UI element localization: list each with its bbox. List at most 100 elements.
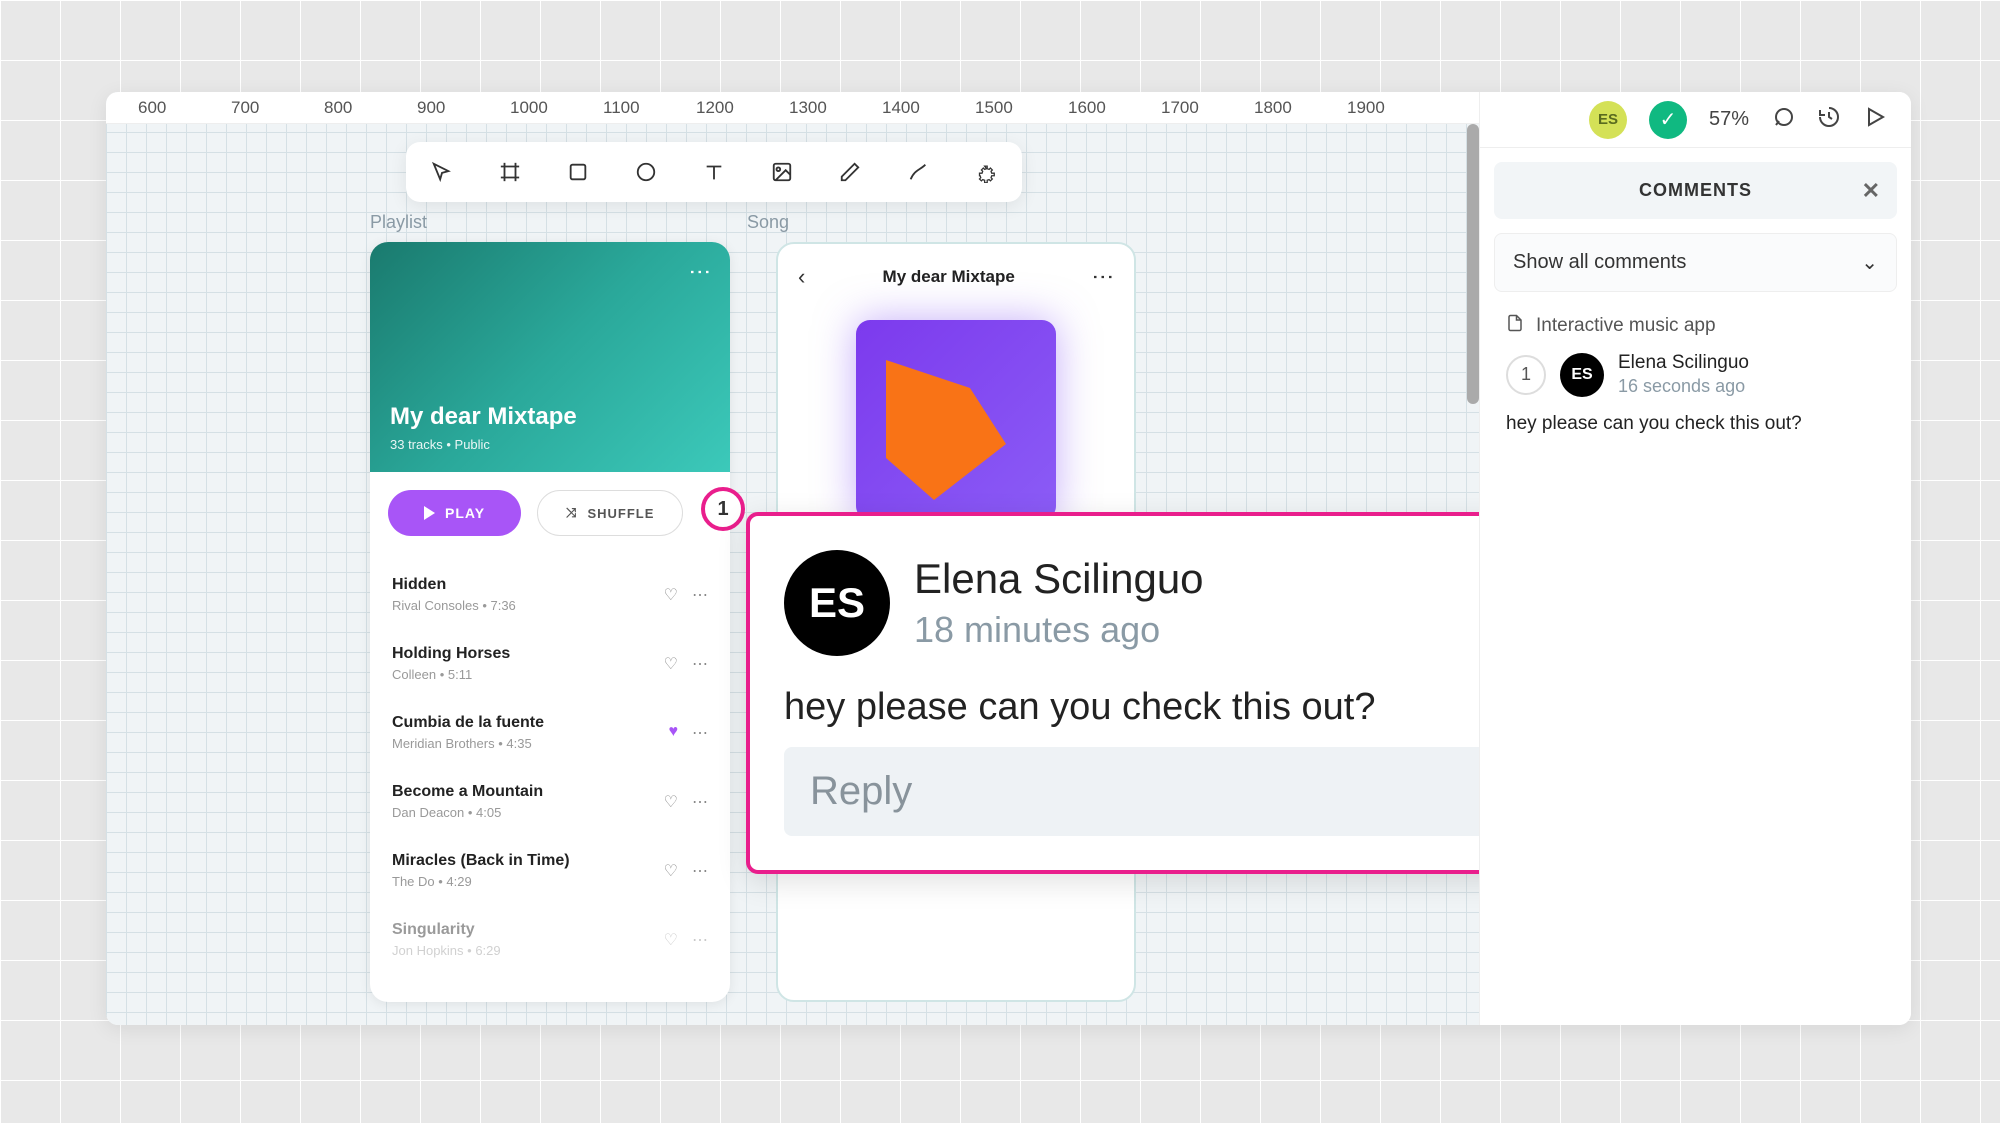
file-name: Interactive music app xyxy=(1536,315,1716,337)
pointer-tool-icon[interactable] xyxy=(424,154,460,190)
play-button[interactable]: PLAY xyxy=(388,490,521,536)
playlist-artboard[interactable]: ⋮ My dear Mixtape 33 tracks • Public PLA… xyxy=(370,242,730,1002)
more-icon[interactable]: ⋮ xyxy=(1090,266,1116,288)
ruler-tick: 600 xyxy=(138,98,162,118)
ruler-tick: 800 xyxy=(324,98,348,118)
ruler-tick: 1000 xyxy=(510,98,534,118)
track-title: Holding Horses xyxy=(392,645,510,663)
ruler-tick: 1800 xyxy=(1254,98,1278,118)
ruler-tick: 1300 xyxy=(789,98,813,118)
comments-panel: ES ✓ 57% COMMENTS ✕ Show all comments ⌄ … xyxy=(1479,92,1911,1025)
comments-header: COMMENTS ✕ xyxy=(1494,162,1897,219)
toolbar xyxy=(406,142,1022,202)
ruler-tick: 1400 xyxy=(882,98,906,118)
ruler-tick: 1100 xyxy=(603,98,627,118)
commenter-avatar: ES xyxy=(784,550,890,656)
plugin-tool-icon[interactable] xyxy=(968,154,1004,190)
ruler-tick: 900 xyxy=(417,98,441,118)
frame-tool-icon[interactable] xyxy=(492,154,528,190)
track-subtitle: The Do • 4:29 xyxy=(392,874,570,889)
canvas-scrollbar[interactable] xyxy=(1467,124,1479,404)
play-label: PLAY xyxy=(445,505,485,521)
heart-icon[interactable]: ♡ xyxy=(664,861,678,881)
comment-time: 16 seconds ago xyxy=(1618,376,1749,397)
more-icon[interactable]: ⋯ xyxy=(692,654,708,674)
track-row[interactable]: Holding HorsesColleen • 5:11♡⋯ xyxy=(388,629,712,698)
rectangle-tool-icon[interactable] xyxy=(560,154,596,190)
reply-input[interactable]: Reply xyxy=(784,747,1479,836)
track-title: Cumbia de la fuente xyxy=(392,714,544,732)
heart-icon[interactable]: ♥ xyxy=(669,723,679,743)
ruler-tick: 700 xyxy=(231,98,255,118)
track-row[interactable]: Miracles (Back in Time) The Do • 4:29 ♡ ⋯ xyxy=(388,836,712,905)
track-subtitle: Meridian Brothers • 4:35 xyxy=(392,736,544,751)
comments-filter-dropdown[interactable]: Show all comments ⌄ xyxy=(1494,233,1897,292)
more-icon[interactable]: ⋯ xyxy=(692,585,708,605)
comments-title: COMMENTS xyxy=(1639,180,1752,201)
history-icon[interactable] xyxy=(1817,105,1841,134)
shuffle-label: SHUFFLE xyxy=(587,506,654,521)
pencil-tool-icon[interactable] xyxy=(832,154,868,190)
user-avatar-badge[interactable]: ES xyxy=(1589,101,1627,139)
back-icon[interactable]: ‹ xyxy=(798,264,805,290)
panel-topbar: ES ✓ 57% xyxy=(1480,92,1911,148)
thread-file-row: Interactive music app xyxy=(1506,314,1885,338)
file-icon xyxy=(1506,314,1524,338)
comment-popover: ES Elena Scilinguo 18 minutes ago ⋮ hey … xyxy=(746,512,1479,874)
commenter-name: Elena Scilinguo xyxy=(1618,352,1749,374)
horizontal-ruler: 600 700 800 900 1000 1100 1200 1300 1400… xyxy=(106,92,1479,124)
track-subtitle: Dan Deacon • 4:05 xyxy=(392,805,543,820)
playlist-hero: ⋮ My dear Mixtape 33 tracks • Public xyxy=(370,242,730,472)
more-icon[interactable]: ⋯ xyxy=(692,792,708,812)
design-app-window: 600 700 800 900 1000 1100 1200 1300 1400… xyxy=(106,92,1911,1025)
track-subtitle: Jon Hopkins • 6:29 xyxy=(392,943,501,958)
close-icon[interactable]: ✕ xyxy=(1862,178,1881,204)
canvas[interactable]: 600 700 800 900 1000 1100 1200 1300 1400… xyxy=(106,92,1479,1025)
more-icon[interactable]: ⋮ xyxy=(687,261,713,285)
track-title: Become a Mountain xyxy=(392,783,543,801)
tracklist: Hidden Rival Consoles • 7:36 ♡ ⋯ Holding Hor… xyxy=(370,554,730,980)
comments-icon[interactable] xyxy=(1771,105,1795,134)
ruler-tick: 1600 xyxy=(1068,98,1092,118)
track-title: Miracles (Back in Time) xyxy=(392,852,570,870)
sync-status-icon[interactable]: ✓ xyxy=(1649,101,1687,139)
comment-thread[interactable]: Interactive music app 1 ES Elena Sciling… xyxy=(1480,306,1911,443)
play-icon[interactable] xyxy=(1863,105,1887,134)
track-row[interactable]: Singularity Jon Hopkins • 6:29 ♡ ⋯ xyxy=(388,905,712,974)
more-icon[interactable]: ⋯ xyxy=(692,861,708,881)
artboard-label[interactable]: Song xyxy=(747,212,789,233)
heart-icon[interactable]: ♡ xyxy=(664,654,678,674)
track-subtitle: Rival Consoles • 7:36 xyxy=(392,598,516,613)
more-icon[interactable]: ⋯ xyxy=(692,930,708,950)
artboard-label[interactable]: Playlist xyxy=(370,212,427,233)
commenter-avatar: ES xyxy=(1560,353,1604,397)
shuffle-button[interactable]: ⤨ SHUFFLE xyxy=(537,490,683,536)
pen-tool-icon[interactable] xyxy=(900,154,936,190)
playlist-title: My dear Mixtape xyxy=(390,403,710,431)
more-icon[interactable]: ⋯ xyxy=(692,723,708,743)
comment-pin[interactable]: 1 xyxy=(701,487,745,531)
ruler-tick: 1900 xyxy=(1347,98,1371,118)
heart-icon[interactable]: ♡ xyxy=(664,792,678,812)
track-title: Singularity xyxy=(392,921,501,939)
avatar-initials: ES xyxy=(1598,111,1618,128)
play-icon xyxy=(424,506,435,520)
text-tool-icon[interactable] xyxy=(696,154,732,190)
track-row[interactable]: Cumbia de la fuente Meridian Brothers • 4… xyxy=(388,698,712,767)
filter-label: Show all comments xyxy=(1513,251,1686,274)
heart-icon[interactable]: ♡ xyxy=(664,585,678,605)
track-row[interactable]: Become a Mountain Dan Deacon • 4:05 ♡ ⋯ xyxy=(388,767,712,836)
zoom-level[interactable]: 57% xyxy=(1709,108,1749,131)
heart-icon[interactable]: ♡ xyxy=(664,930,678,950)
commenter-name: Elena Scilinguo xyxy=(914,555,1456,603)
pin-number: 1 xyxy=(717,498,728,521)
comment-body: hey please can you check this out? xyxy=(1506,413,1885,435)
song-title: My dear Mixtape xyxy=(883,267,1015,287)
reply-placeholder: Reply xyxy=(810,769,912,813)
avatar-initials: ES xyxy=(1571,366,1592,384)
shuffle-icon: ⤨ xyxy=(566,505,577,521)
track-title: Hidden xyxy=(392,576,516,594)
image-tool-icon[interactable] xyxy=(764,154,800,190)
track-row[interactable]: Hidden Rival Consoles • 7:36 ♡ ⋯ xyxy=(388,560,712,629)
ellipse-tool-icon[interactable] xyxy=(628,154,664,190)
